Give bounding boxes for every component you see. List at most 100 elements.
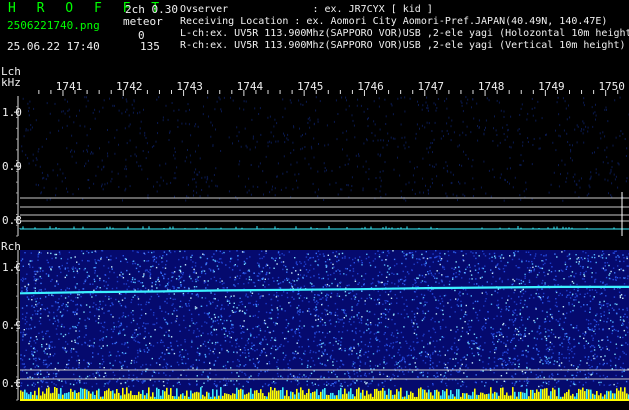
rch-noise-speck bbox=[307, 377, 310, 379]
rch-noise-speck bbox=[241, 310, 244, 312]
rch-noise-speck bbox=[124, 360, 126, 363]
rch-noise-speck bbox=[356, 315, 358, 317]
rch-noise-speck bbox=[261, 349, 263, 352]
lch-noise-speck bbox=[345, 96, 347, 99]
rch-noise-speck bbox=[383, 385, 385, 388]
rch-noise-speck bbox=[533, 257, 536, 260]
lch-noise-speck bbox=[591, 152, 593, 155]
rch-noise-speck bbox=[93, 375, 95, 377]
rch-noise-speck bbox=[213, 270, 215, 273]
lch-noise-speck bbox=[171, 102, 173, 104]
rch-noise-speck bbox=[416, 277, 418, 279]
rch-noise-speck bbox=[561, 342, 563, 344]
rch-noise-speck bbox=[270, 304, 273, 306]
rch-noise-speck bbox=[563, 357, 565, 359]
rch-noise-speck bbox=[609, 384, 612, 386]
rch-noise-speck bbox=[344, 255, 346, 258]
rch-noise-speck bbox=[434, 297, 436, 299]
lch-noise-speck bbox=[147, 194, 149, 197]
lch-noise-speck bbox=[533, 138, 535, 140]
rch-noise-speck bbox=[34, 273, 36, 275]
rch-noise-speck bbox=[412, 284, 414, 286]
lch-noise-speck bbox=[90, 152, 92, 155]
rch-noise-speck bbox=[411, 321, 413, 323]
rch-noise-speck bbox=[166, 349, 168, 351]
rch-noise-speck bbox=[230, 380, 232, 382]
rch-noise-speck bbox=[297, 339, 300, 342]
rch-noise-speck bbox=[369, 338, 372, 340]
rch-noise-speck bbox=[555, 279, 557, 281]
rch-noise-speck bbox=[569, 297, 572, 299]
lch-noise-speck bbox=[333, 120, 335, 123]
rch-noise-speck bbox=[163, 358, 165, 361]
rch-noise-speck bbox=[456, 299, 459, 302]
rch-noise-speck bbox=[559, 292, 561, 295]
rch-noise-speck bbox=[321, 363, 323, 365]
rch-noise-speck bbox=[389, 345, 391, 347]
rch-noise-speck bbox=[447, 302, 449, 304]
rch-noise-speck bbox=[478, 348, 481, 350]
rch-noise-speck bbox=[600, 313, 602, 315]
lch-noise-speck bbox=[459, 182, 461, 185]
lch-noise-speck bbox=[382, 146, 384, 149]
rch-noise-speck bbox=[449, 299, 452, 301]
rch-noise-speck bbox=[365, 257, 368, 260]
rch-noise-speck bbox=[485, 368, 487, 370]
rch-noise-speck bbox=[627, 343, 629, 346]
lch-noise-speck bbox=[174, 151, 176, 153]
rch-noise-speck bbox=[241, 251, 244, 253]
lch-noise-speck bbox=[144, 134, 146, 137]
rch-noise-speck bbox=[595, 314, 597, 317]
rch-noise-speck bbox=[194, 308, 197, 310]
rch-noise-speck bbox=[206, 322, 208, 324]
rch-noise-speck bbox=[262, 295, 264, 297]
rch-noise-speck bbox=[26, 296, 29, 298]
lch-noise-speck bbox=[610, 194, 612, 197]
rch-noise-speck bbox=[467, 323, 469, 325]
rch-noise-speck bbox=[576, 371, 579, 374]
rch-noise-speck bbox=[95, 251, 97, 253]
rch-noise-speck bbox=[616, 347, 618, 349]
rch-noise-speck bbox=[601, 254, 603, 256]
lch-noise-speck bbox=[374, 123, 376, 126]
rch-noise-speck bbox=[310, 313, 312, 315]
lch-noise-speck bbox=[129, 185, 131, 188]
rch-noise-speck bbox=[450, 306, 453, 309]
rch-noise-speck bbox=[352, 380, 354, 382]
rch-noise-speck bbox=[46, 371, 48, 374]
rch-noise-speck bbox=[423, 305, 425, 307]
lch-noise-speck bbox=[509, 157, 511, 159]
rch-noise-speck bbox=[247, 296, 249, 298]
rch-noise-speck bbox=[221, 283, 224, 285]
rch-noise-speck bbox=[604, 355, 606, 357]
rch-noise-speck bbox=[182, 294, 185, 297]
rch-noise-speck bbox=[500, 332, 503, 334]
rch-noise-speck bbox=[213, 352, 215, 355]
rch-noise-speck bbox=[444, 367, 446, 369]
rch-noise-speck bbox=[422, 335, 424, 337]
rch-noise-speck bbox=[559, 318, 561, 320]
lch-noise-speck bbox=[559, 135, 561, 138]
rch-noise-speck bbox=[506, 363, 509, 365]
rch-noise-speck bbox=[145, 323, 147, 325]
rch-noise-speck bbox=[515, 327, 517, 330]
rch-noise-speck bbox=[245, 295, 247, 297]
rch-noise-speck bbox=[235, 310, 237, 313]
lch-noise-speck bbox=[187, 149, 188, 151]
rch-noise-speck bbox=[40, 308, 42, 310]
rch-noise-speck bbox=[528, 269, 531, 272]
rch-noise-speck bbox=[48, 335, 51, 338]
rch-noise-speck bbox=[595, 321, 598, 323]
lch-noise-speck bbox=[95, 174, 97, 177]
rch-noise-speck bbox=[137, 303, 140, 306]
rch-noise-speck bbox=[386, 349, 388, 352]
rch-noise-speck bbox=[324, 284, 327, 286]
rch-noise-speck bbox=[344, 348, 346, 350]
rch-noise-speck bbox=[540, 332, 542, 334]
rch-noise-speck bbox=[369, 360, 372, 362]
rch-noise-speck bbox=[505, 372, 508, 374]
lch-noise-speck bbox=[405, 141, 407, 144]
rch-noise-speck bbox=[339, 366, 341, 368]
rch-noise-speck bbox=[511, 283, 513, 286]
rch-noise-speck bbox=[314, 383, 316, 385]
